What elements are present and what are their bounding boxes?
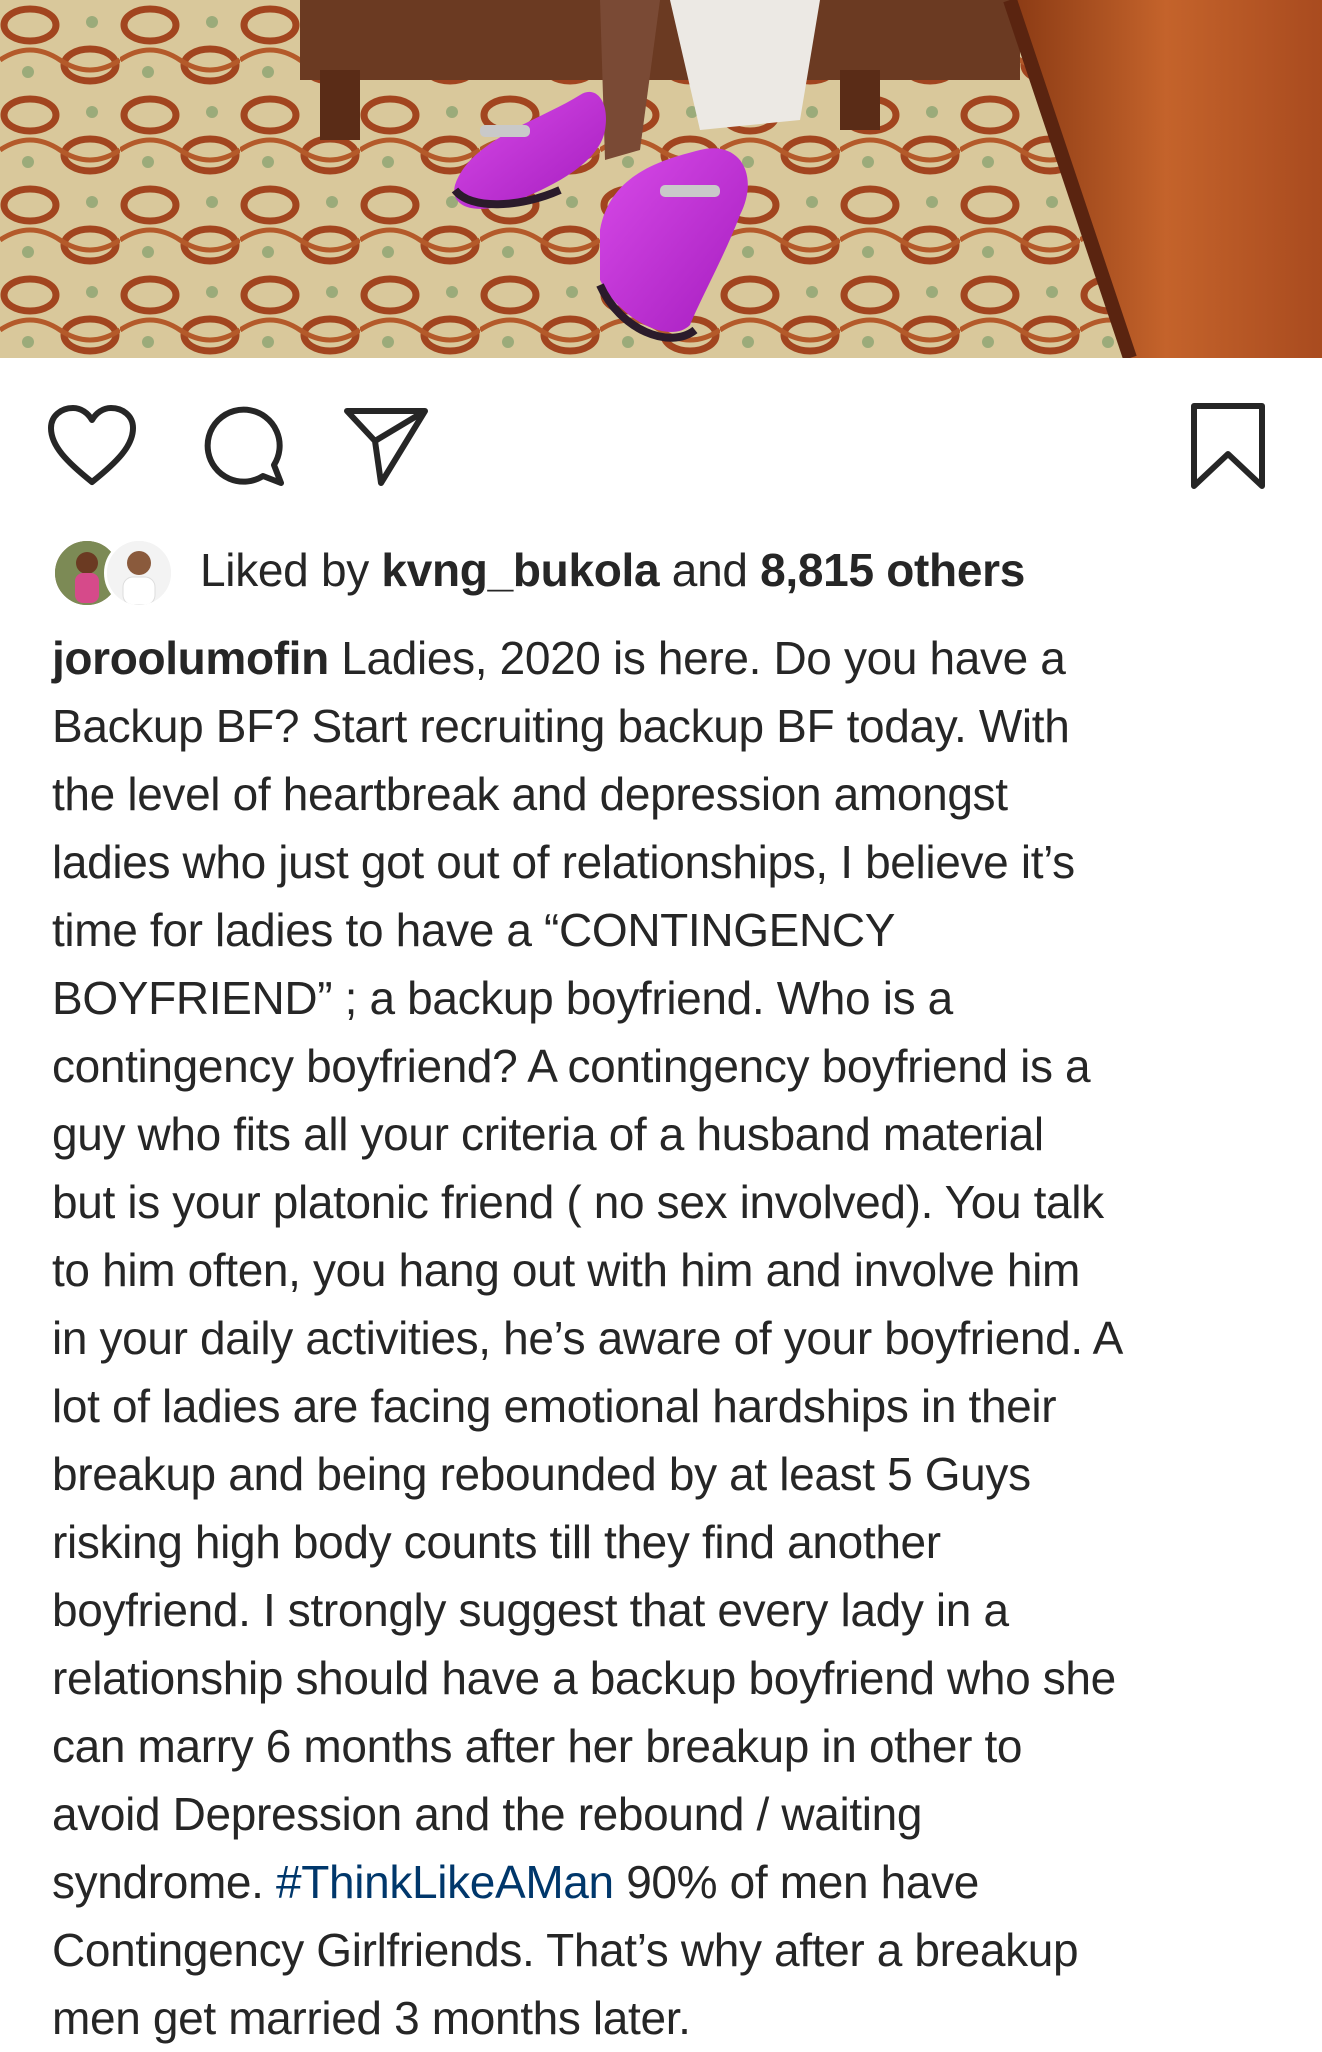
- caption-line: breakup and being rebounded by at least …: [52, 1448, 1031, 1500]
- caption-line: relationship should have a backup boyfri…: [52, 1652, 1116, 1704]
- caption-line: time for ladies to have a “CONTINGENCY: [52, 904, 896, 956]
- comment-icon[interactable]: [196, 398, 292, 494]
- caption-line: boyfriend. I strongly suggest that every…: [52, 1584, 1009, 1636]
- post-photo[interactable]: [0, 0, 1322, 358]
- caption-line: Backup BF? Start recruiting backup BF to…: [52, 700, 1070, 752]
- heart-icon[interactable]: [44, 398, 140, 494]
- post-caption: joroolumofin Ladies, 2020 is here. Do yo…: [52, 624, 1302, 2052]
- caption-text: 90% of men have: [613, 1856, 979, 1908]
- likes-count[interactable]: 8,815 others: [760, 544, 1025, 596]
- paper-plane-icon[interactable]: [338, 398, 434, 494]
- avatar: [104, 538, 174, 608]
- liker-username[interactable]: kvng_bukola: [381, 544, 659, 596]
- caption-line: Contingency Girlfriends. That’s why afte…: [52, 1924, 1079, 1976]
- caption-line: BOYFRIEND” ; a backup boyfriend. Who is …: [52, 972, 953, 1024]
- caption-line: in your daily activities, he’s aware of …: [52, 1312, 1123, 1364]
- caption-line: but is your platonic friend ( no sex inv…: [52, 1176, 1104, 1228]
- caption-username[interactable]: joroolumofin: [52, 632, 329, 684]
- bookmark-icon[interactable]: [1180, 398, 1276, 494]
- purple-loafers-photo: [0, 0, 1322, 358]
- likes-text: Liked by kvng_bukola and 8,815 others: [200, 543, 1025, 597]
- caption-line: ladies who just got out of relationships…: [52, 836, 1075, 888]
- caption-text: Ladies, 2020 is here. Do you have a: [328, 632, 1066, 684]
- caption-line: risking high body counts till they find …: [52, 1516, 941, 1568]
- caption-line: syndrome. #ThinkLikeAMan 90% of men have: [52, 1848, 1302, 1916]
- caption-line: the level of heartbreak and depression a…: [52, 768, 1008, 820]
- likes-connector: and: [671, 544, 748, 596]
- caption-line: lot of ladies are facing emotional hards…: [52, 1380, 1057, 1432]
- action-bar: [0, 358, 1322, 508]
- hashtag-link[interactable]: #ThinkLikeAMan: [276, 1856, 614, 1908]
- caption-line: joroolumofin Ladies, 2020 is here. Do yo…: [52, 624, 1302, 692]
- liker-avatars: [52, 534, 178, 608]
- caption-line: men get married 3 months later.: [52, 1992, 691, 2044]
- likes-summary[interactable]: Liked by kvng_bukola and 8,815 others: [52, 530, 1025, 610]
- likes-prefix: Liked by: [200, 544, 369, 596]
- caption-line: to him often, you hang out with him and …: [52, 1244, 1080, 1296]
- caption-line: guy who fits all your criteria of a husb…: [52, 1108, 1044, 1160]
- caption-line: can marry 6 months after her breakup in …: [52, 1720, 1023, 1772]
- caption-line: contingency boyfriend? A contingency boy…: [52, 1040, 1091, 1092]
- caption-text: syndrome.: [52, 1856, 277, 1908]
- caption-line: avoid Depression and the rebound / waiti…: [52, 1788, 923, 1840]
